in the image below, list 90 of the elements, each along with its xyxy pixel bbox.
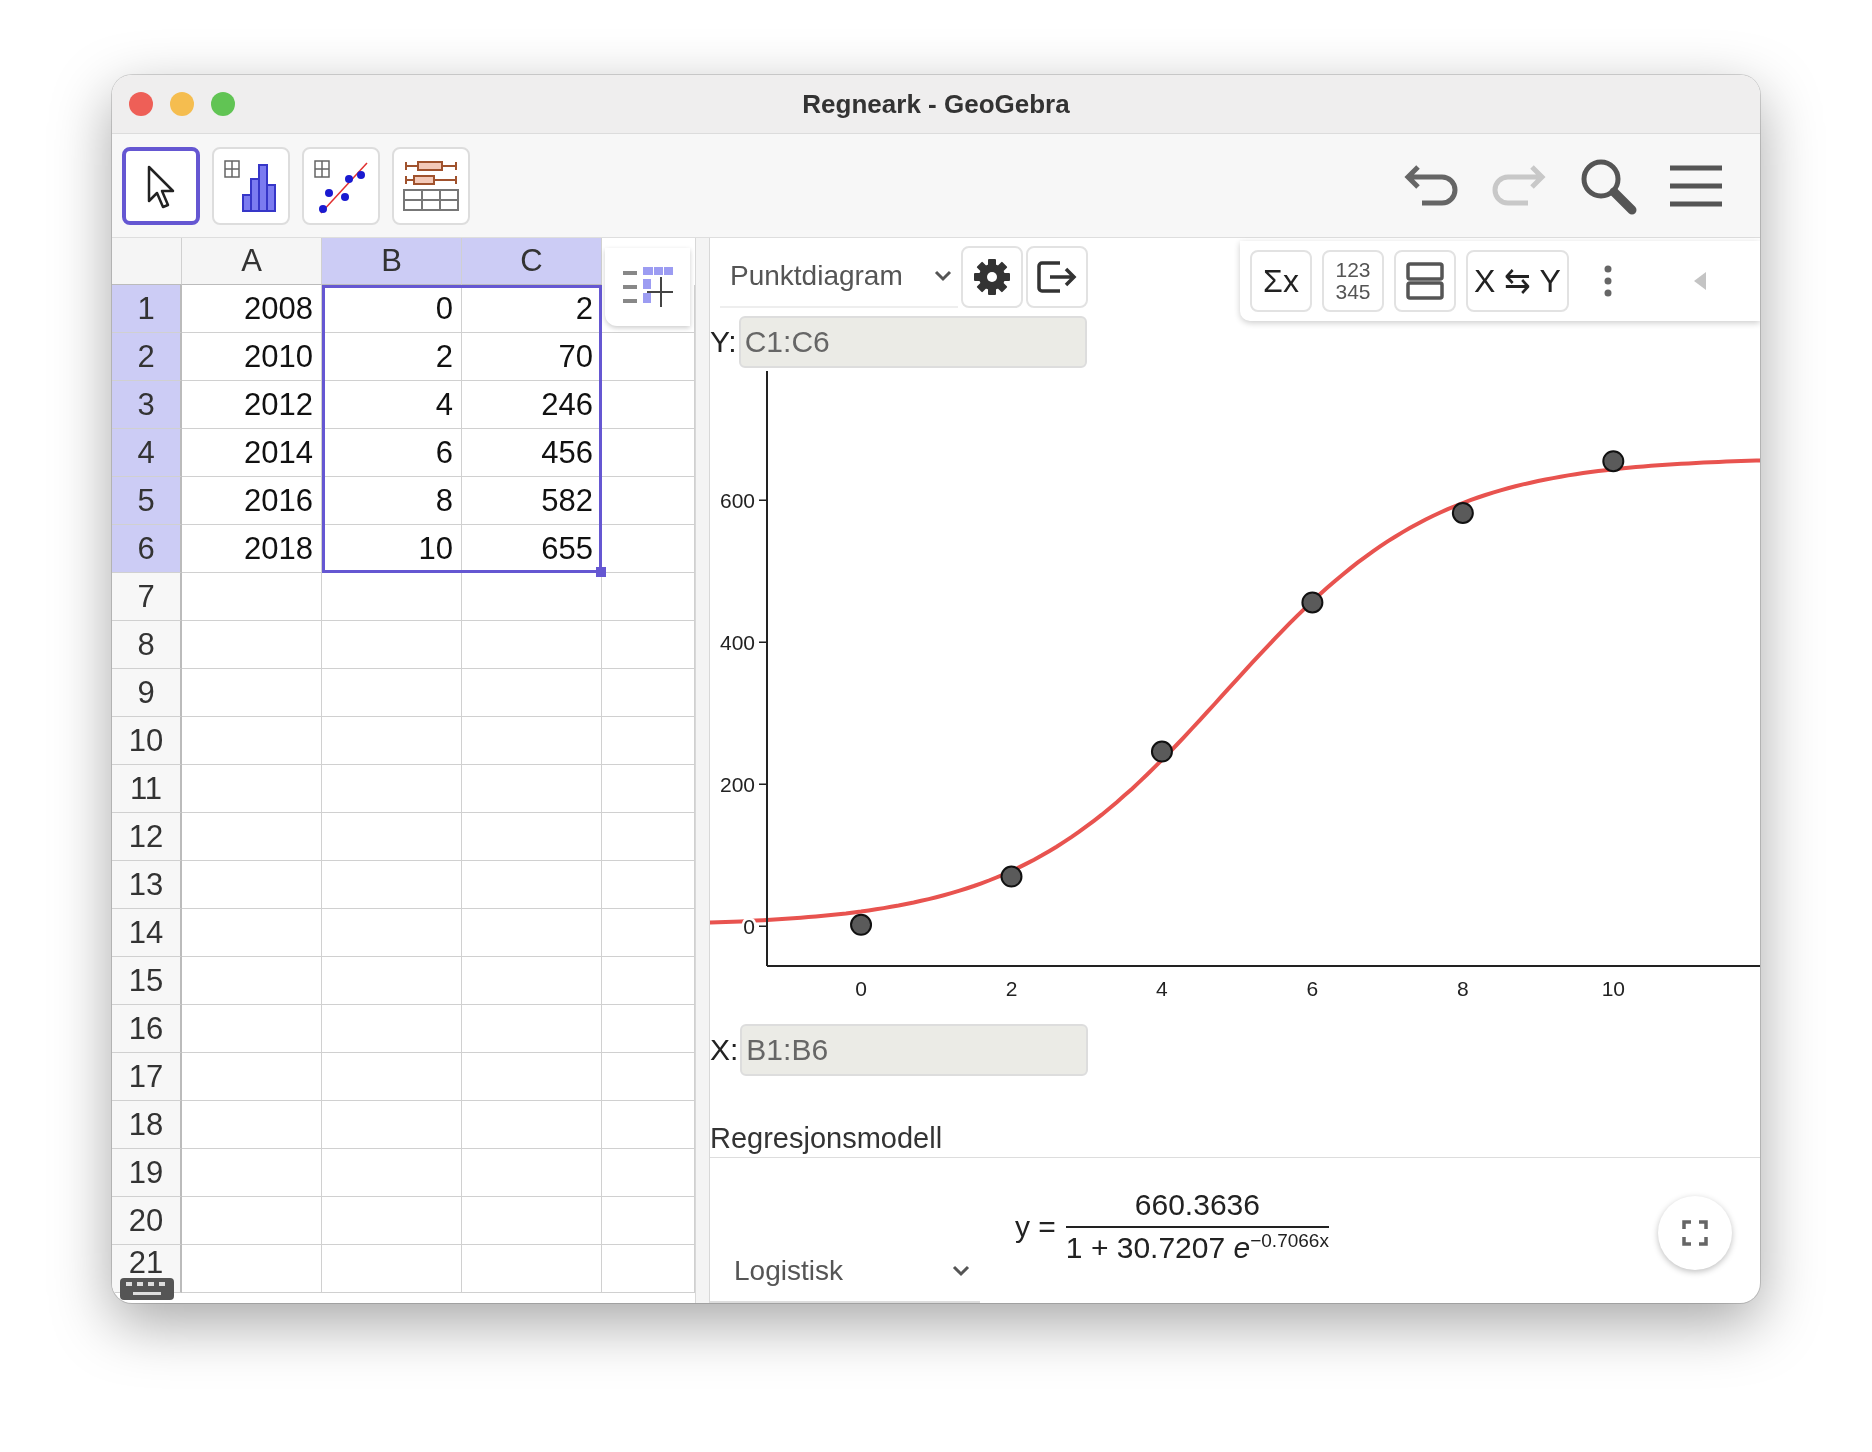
row-header[interactable]: 18 [112, 1101, 182, 1149]
column-header[interactable]: C [462, 238, 602, 285]
data-point[interactable] [1150, 740, 1173, 763]
table-cell: 2016 [182, 477, 322, 525]
equation-denominator: 1 + 30.7207 e$^{−0.7066x}$ [1065, 1229, 1329, 1265]
chevron-down-icon [952, 1265, 970, 1277]
tick-label: 6 [1306, 977, 1319, 1000]
tick-label: 4 [1156, 977, 1168, 1000]
tick-label: 200 [719, 773, 755, 797]
equation-lhs: y = [1015, 1209, 1056, 1244]
table-cell: 4 [322, 381, 462, 429]
row-header[interactable]: 9 [112, 669, 182, 717]
tick-label: 2 [1005, 977, 1018, 1000]
chevron-down-icon [934, 270, 952, 282]
tick-label: 10 [1601, 977, 1625, 1000]
table-cell: 2018 [182, 525, 322, 573]
data-point[interactable] [1602, 450, 1625, 473]
row-header[interactable]: 7 [112, 573, 182, 621]
row-header[interactable]: 3 [112, 381, 182, 429]
row-header[interactable]: 10 [112, 717, 182, 765]
style-bar-toggle-button[interactable] [605, 248, 690, 326]
row-header[interactable]: 12 [112, 813, 182, 861]
column-header[interactable]: B [322, 238, 462, 285]
table-cell: 8 [322, 477, 462, 525]
table-cell: 70 [462, 333, 602, 381]
row-header[interactable]: 8 [112, 621, 182, 669]
settings-button[interactable] [961, 246, 1023, 308]
stacked-panels-icon [1405, 261, 1445, 301]
fullscreen-icon [1682, 1220, 1708, 1246]
row-header[interactable]: 11 [112, 765, 182, 813]
close-button[interactable] [129, 92, 153, 116]
y-source-label: Y: [710, 325, 737, 359]
table-cell: 2014 [182, 429, 322, 477]
row-header[interactable]: 19 [112, 1149, 182, 1197]
export-icon [1036, 259, 1078, 295]
row-header[interactable]: 2 [112, 333, 182, 381]
row-header[interactable]: 13 [112, 861, 182, 909]
data-point[interactable] [1000, 865, 1023, 888]
tick-label: 0 [855, 977, 867, 1000]
row-header[interactable]: 6 [112, 525, 182, 573]
table-cell: 456 [462, 429, 602, 477]
table-cell: 582 [462, 477, 602, 525]
style-bar-button[interactable]: Σx [1250, 250, 1312, 312]
menu-icon[interactable] [1668, 163, 1724, 208]
gear-icon [972, 257, 1012, 297]
x-source-field[interactable]: B1:B6 [740, 1024, 1089, 1076]
section-heading: Regresjonsmodell [710, 1122, 943, 1155]
scatter-tool-button[interactable] [302, 146, 380, 225]
fullscreen-button[interactable] [1658, 1196, 1732, 1270]
tick-label: 600 [719, 489, 755, 513]
table-cell: 2 [462, 285, 602, 333]
corner-cell[interactable] [112, 238, 182, 285]
table-cell: 2012 [182, 381, 322, 429]
move-tool-button[interactable] [122, 146, 200, 225]
export-button[interactable] [1026, 246, 1088, 308]
data-point[interactable] [1451, 502, 1474, 524]
row-header[interactable]: 1 [112, 285, 182, 333]
keyboard-icon[interactable] [119, 1277, 175, 1301]
table-cell: 2 [322, 333, 462, 381]
column-header[interactable]: A [182, 238, 322, 285]
data-point[interactable] [1301, 591, 1324, 614]
data-point[interactable] [850, 913, 873, 936]
table-cell: 10 [322, 525, 462, 573]
layout-button[interactable] [1394, 250, 1456, 312]
histogram-tool-button[interactable] [212, 146, 290, 225]
row-header[interactable]: 15 [112, 957, 182, 1005]
tick-label: 8 [1457, 977, 1469, 1000]
table-cell: 246 [462, 381, 602, 429]
fill-handle[interactable] [596, 567, 606, 577]
more-options-icon[interactable] [1602, 264, 1613, 298]
table-cell: 2010 [182, 333, 322, 381]
table-layout-icon [620, 265, 675, 309]
row-header[interactable]: 16 [112, 1005, 182, 1053]
table-cell: 6 [322, 429, 462, 477]
equation-numerator: 660.3636 [1065, 1188, 1329, 1228]
row-header[interactable]: 14 [112, 909, 182, 957]
boxplot-tool-button[interactable] [392, 146, 470, 225]
row-header[interactable]: 5 [112, 477, 182, 525]
box-plot-icon [400, 159, 462, 212]
style-bar-button[interactable]: X ⇆ Y [1466, 250, 1569, 312]
row-header[interactable]: 4 [112, 429, 182, 477]
tick-label: 400 [719, 631, 755, 655]
row-header[interactable]: 20 [112, 1197, 182, 1245]
table-cell: 2008 [182, 285, 322, 333]
y-source-field[interactable]: C1:C6 [738, 316, 1087, 368]
x-source-label: X: [710, 1033, 739, 1067]
style-bar-button[interactable]: 123 345 [1322, 250, 1384, 312]
table-cell: 0 [322, 285, 462, 333]
window-title: Regneark - GeoGebra [802, 88, 1070, 120]
row-header[interactable]: 17 [112, 1053, 182, 1101]
